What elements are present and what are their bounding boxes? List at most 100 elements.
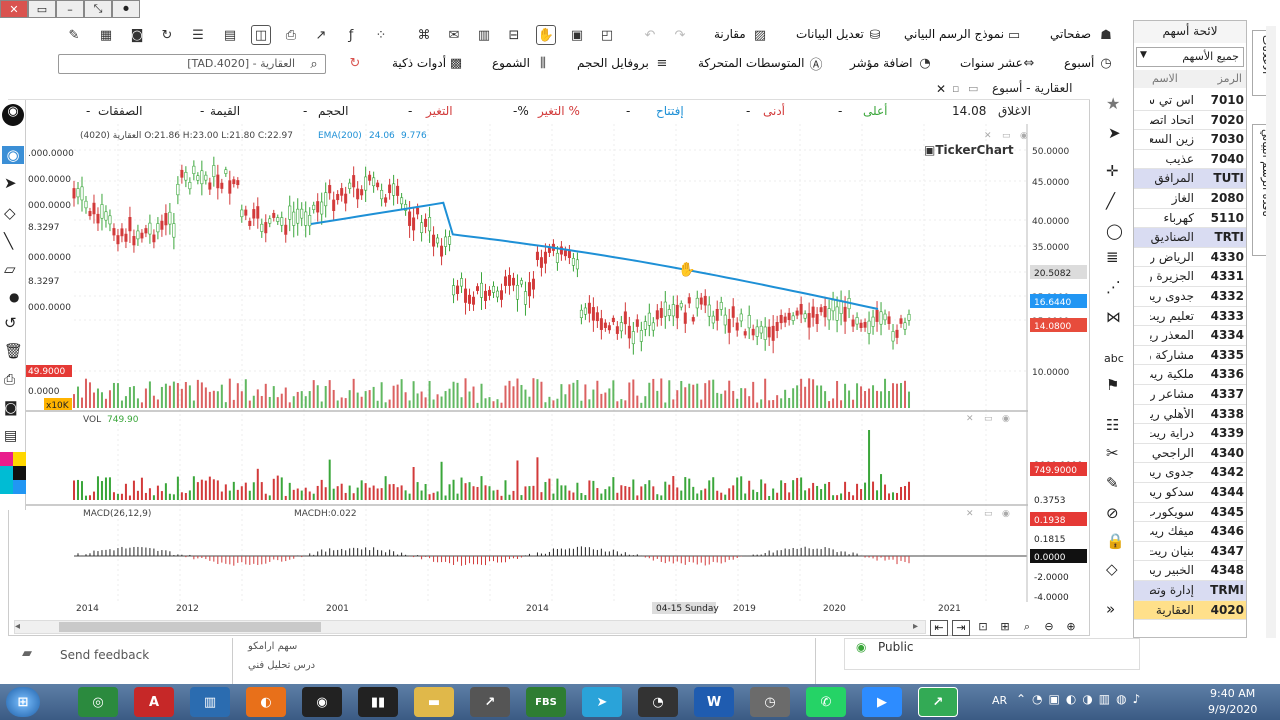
- col-code[interactable]: الرمز: [1218, 72, 1242, 85]
- watchlist-row[interactable]: زين السعودية 7030: [1134, 130, 1246, 150]
- ten-years-label[interactable]: عشر سنوات: [960, 56, 1023, 70]
- pages-icon[interactable]: ☗: [1096, 25, 1116, 45]
- watchlist-row[interactable]: الرياض ريت 4330: [1134, 248, 1246, 268]
- pen-icon[interactable]: ✎: [64, 25, 84, 45]
- erase-icon[interactable]: ◇: [1106, 560, 1118, 578]
- bookmark-icon[interactable]: ⎙: [281, 25, 301, 45]
- close-chart-icon[interactable]: ✕: [936, 82, 946, 96]
- watchlist-row[interactable]: ملكية ريت 4336: [1134, 365, 1246, 385]
- word-icon[interactable]: W: [694, 687, 734, 717]
- add-indicator-label[interactable]: اضافة مؤشر: [850, 56, 912, 70]
- alert-icon[interactable]: ◰: [597, 25, 617, 45]
- scroll-thumb[interactable]: [59, 622, 321, 632]
- start-button[interactable]: ⊞: [6, 687, 40, 717]
- database-icon[interactable]: ⛁: [865, 25, 885, 45]
- cut-icon[interactable]: ✂: [1106, 444, 1119, 462]
- maximize-chart-icon[interactable]: ▭: [968, 82, 978, 95]
- watchlist-row[interactable]: جدوى ريت 4342: [1134, 463, 1246, 483]
- compare-label[interactable]: مقارنة: [714, 27, 746, 41]
- table-icon[interactable]: ▥: [474, 25, 494, 45]
- moving-averages-label[interactable]: المتوسطات المتحركة: [698, 56, 804, 70]
- candles-label[interactable]: الشموع: [492, 56, 530, 70]
- watchlist-row[interactable]: الخبير ريت 4348: [1134, 561, 1246, 581]
- smart-tools-icon[interactable]: ▩: [446, 53, 466, 73]
- send-feedback-link[interactable]: Send feedback: [60, 648, 149, 662]
- clock-icon[interactable]: ◷: [1096, 53, 1116, 73]
- text-tool-icon[interactable]: abc: [1104, 352, 1124, 365]
- whatsapp-icon[interactable]: ✆: [806, 687, 846, 717]
- color-palette[interactable]: [0, 452, 26, 508]
- watchlist-row[interactable]: كهرباء 5110: [1134, 209, 1246, 229]
- zoom-in-icon[interactable]: ⊕: [1062, 620, 1080, 636]
- settings-list-icon[interactable]: ☷: [1106, 416, 1119, 434]
- watchlist-row[interactable]: مشاركة ريت 4335: [1134, 346, 1246, 366]
- calculator-icon[interactable]: ▦: [96, 25, 116, 45]
- watchlist-row[interactable]: مشاعر ريت 4337: [1134, 385, 1246, 405]
- pin-icon[interactable]: ◉: [2, 104, 24, 126]
- scroll-left-icon[interactable]: ◂: [15, 621, 20, 632]
- watchlist-row[interactable]: الراجحي ريت 4340: [1134, 444, 1246, 464]
- record-icon[interactable]: ⏺: [112, 0, 140, 18]
- mail-icon[interactable]: ✉: [444, 25, 464, 45]
- my-pages-label[interactable]: صفحاتي: [1050, 27, 1091, 41]
- feedback-icon[interactable]: ▰: [22, 646, 32, 661]
- chart-template-label[interactable]: نموذج الرسم البياني: [904, 27, 1004, 41]
- tickerchart-app-icon[interactable]: ↗: [918, 687, 958, 717]
- speedometer-icon[interactable]: ◔: [638, 687, 678, 717]
- tray-icons[interactable]: ⌃◔▣◐◑▥◍♪: [1016, 692, 1146, 706]
- scroll-right-icon[interactable]: ▸: [913, 621, 918, 632]
- restore-icon[interactable]: ▭: [28, 0, 56, 18]
- reload-icon[interactable]: ↻: [345, 53, 365, 73]
- watchlist-row[interactable]: الجزيرة ريت 4331: [1134, 267, 1246, 287]
- brush-icon[interactable]: ✎: [1106, 474, 1119, 492]
- watchlist-row[interactable]: المعذر ريت 4334: [1134, 326, 1246, 346]
- ellipse-icon[interactable]: ◯: [1106, 222, 1123, 240]
- recorder-icon[interactable]: ◷: [750, 687, 790, 717]
- fit-icon[interactable]: ⊡: [974, 620, 992, 636]
- zigzag-icon[interactable]: ⋈: [1106, 308, 1121, 326]
- folder-icon[interactable]: ▬: [414, 687, 454, 717]
- binoculars-icon[interactable]: ⌘: [414, 25, 434, 45]
- watchlist-row[interactable]: ميفك ريت 4346: [1134, 522, 1246, 542]
- lock-icon[interactable]: 🔒: [1106, 532, 1125, 550]
- horizontal-scrollbar[interactable]: ◂ ▸: [14, 620, 926, 634]
- notes-icon[interactable]: ▣: [567, 25, 587, 45]
- watchlist-row[interactable]: إدارة وتطوير TRMI: [1134, 581, 1246, 601]
- last-page-icon[interactable]: ⇥: [952, 620, 970, 636]
- volume-profile-icon[interactable]: ≡: [652, 53, 672, 73]
- notebook-icon[interactable]: ▥: [190, 687, 230, 717]
- first-page-icon[interactable]: ⇤: [930, 620, 948, 636]
- zoom-reset-icon[interactable]: ⌕: [1018, 620, 1036, 636]
- watchlist-row[interactable]: الغاز 2080: [1134, 189, 1246, 209]
- undo-draw-icon[interactable]: ↺: [4, 314, 17, 332]
- watchlist-row[interactable]: العقارية 4020: [1134, 600, 1246, 621]
- clipboard-icon[interactable]: ▤: [4, 428, 17, 444]
- acrobat-icon[interactable]: A: [134, 687, 174, 717]
- snapshot-icon[interactable]: ◙: [4, 400, 18, 416]
- close-icon[interactable]: ✕: [0, 0, 28, 18]
- watchlist-row[interactable]: الصناديق TRTI: [1134, 228, 1246, 248]
- slider-icon[interactable]: ⊟: [504, 25, 524, 45]
- zoom-out-icon[interactable]: ⊖: [1040, 620, 1058, 636]
- watchlist-row[interactable]: عذيب 7040: [1134, 150, 1246, 170]
- watchlist-row[interactable]: سدكو ريت 4344: [1134, 483, 1246, 503]
- eye-icon[interactable]: ◉: [2, 146, 24, 164]
- eraser-icon[interactable]: ◇: [4, 204, 16, 222]
- watchlist-row[interactable]: اتحاد اتصالات 7020: [1134, 111, 1246, 131]
- fbs-icon[interactable]: FBS: [526, 687, 566, 717]
- trendline-icon[interactable]: ╱: [1106, 192, 1115, 210]
- dot-icon[interactable]: ●: [9, 290, 19, 304]
- hand-icon[interactable]: ✋: [536, 25, 556, 45]
- price-chart[interactable]: العقارية (4020) O:21.86 H:23.00 L:21.80 …: [8, 124, 1090, 620]
- watchlist-row[interactable]: جدوى ريت 4332: [1134, 287, 1246, 307]
- watchlist-row[interactable]: بنيان ريت 4347: [1134, 542, 1246, 562]
- telegram-icon[interactable]: ➤: [582, 687, 622, 717]
- undo-icon[interactable]: ↶: [640, 25, 660, 45]
- smart-tools-label[interactable]: أدوات ذكية: [392, 56, 446, 70]
- watchlist-row[interactable]: المرافق TUTI: [1134, 169, 1246, 189]
- public-label[interactable]: Public: [878, 640, 914, 654]
- chart-app-icon[interactable]: ↗: [470, 687, 510, 717]
- zoom-area-icon[interactable]: ⊞: [996, 620, 1014, 636]
- chart-template-icon[interactable]: ▭: [1004, 25, 1024, 45]
- range-icon[interactable]: ⇔: [1019, 53, 1039, 73]
